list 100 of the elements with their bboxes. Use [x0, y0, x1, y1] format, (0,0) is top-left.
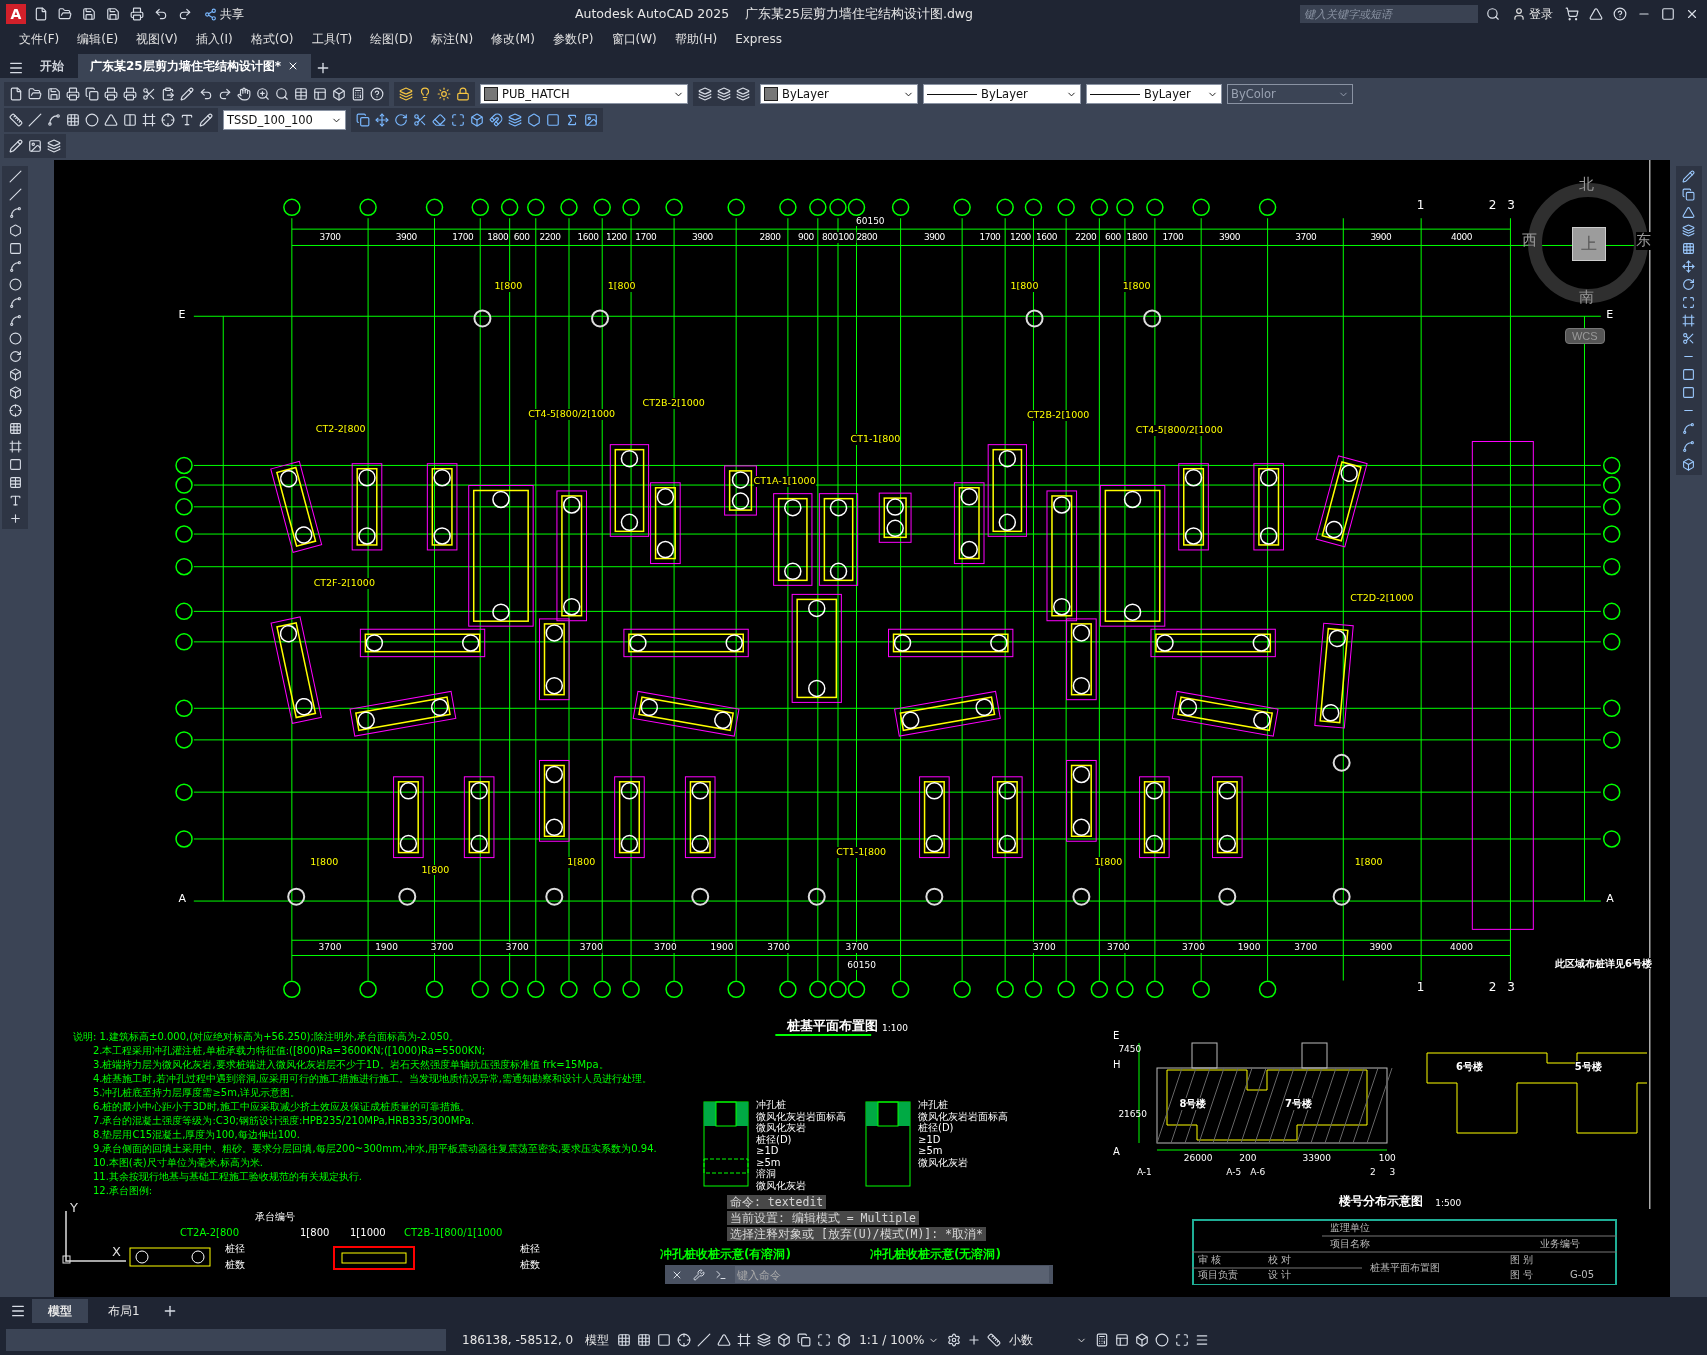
lineweight-dropdown[interactable]: ByLayer — [1086, 84, 1222, 104]
legend-label: 桩径 — [520, 1243, 540, 1255]
side-note: 此区域布桩详见6号楼 — [1555, 957, 1653, 970]
dimension-text: 3700 — [653, 942, 677, 953]
dimension-text: 1900 — [710, 942, 734, 953]
command-input[interactable]: 键入命令 — [735, 1266, 1049, 1283]
dimension-text: 600 — [513, 232, 530, 243]
dimension-text: 1900 — [375, 942, 399, 953]
axis-label: E — [1112, 1029, 1120, 1042]
note-text: 4.桩基施工时,若冲孔过程中遇到溶洞,应采用可行的施工措施进行施工。当发现地质情况异常,需通知勘察和设计人员进行处理。 — [91, 1071, 653, 1086]
detail-label: ≥1D — [756, 1145, 779, 1157]
menu-item[interactable]: 格式(O) — [241, 30, 303, 48]
dimension-text: 33900 — [1302, 1152, 1332, 1163]
text-style-dropdown[interactable]: TSSD_100_100 — [223, 110, 346, 130]
window-title: Autodesk AutoCAD 2025 广东某25层剪力墙住宅结构设计图.dwg — [574, 5, 974, 23]
layer-dropdown[interactable]: PUB_HATCH — [480, 84, 688, 104]
dimension-text: 2200 — [1075, 232, 1097, 243]
layout-tab[interactable]: 模型 — [32, 1299, 88, 1323]
pile-label: 1[800 — [1010, 280, 1039, 292]
menu-item[interactable]: 修改(M) — [482, 30, 544, 48]
dimension-text: 1600 — [1036, 232, 1057, 243]
dimension-text: 3700 — [1182, 942, 1205, 953]
color-dropdown[interactable]: ByLayer — [760, 84, 918, 104]
document-tab[interactable]: 广东某25层剪力墙住宅结构设计图* — [78, 54, 311, 78]
pile-label: 1[800 — [310, 856, 339, 868]
plot-style-dropdown[interactable]: ByColor — [1227, 84, 1353, 104]
menu-item[interactable]: 绘图(D) — [361, 30, 422, 48]
axis-label: 2 — [1488, 980, 1497, 995]
pile-label: CT2F-2[1000 — [313, 578, 375, 590]
document-tab[interactable]: 开始 — [28, 54, 76, 78]
dimension-text: 3900 — [395, 232, 417, 243]
note-text: 12.承台图例: — [91, 1183, 153, 1198]
dimension-text: 100 — [1378, 1152, 1396, 1163]
dimension-text: 1200 — [605, 232, 627, 243]
dimension-text: 3700 — [319, 232, 341, 243]
pile-label: CT2D-2[1000 — [1350, 593, 1414, 605]
linetype-dropdown[interactable]: ByLayer — [923, 84, 1081, 104]
axis-label: A-5 — [1226, 1166, 1242, 1178]
dimension-text: 1700 — [1162, 232, 1184, 243]
dimension-text: 3700 — [318, 942, 342, 953]
dimension-text: 1800 — [1126, 232, 1148, 243]
dimension-text: 3700 — [1106, 942, 1130, 953]
axis-label: 1 — [1416, 980, 1425, 995]
menu-item[interactable]: Express — [726, 32, 791, 46]
dimension-text: 2800 — [759, 232, 781, 243]
pile-label: CT2-2[800 — [315, 423, 366, 435]
model-space-button[interactable]: 模型 — [581, 1329, 614, 1351]
pile-label: CT2B-2[1000 — [642, 398, 705, 410]
ucs-y-label: Y — [70, 1201, 78, 1216]
legend-label: CT2A-2[800 — [180, 1227, 240, 1239]
pile-label: 1[800 — [494, 280, 523, 292]
menu-item[interactable]: 参数(P) — [543, 30, 603, 48]
note-text: 11.其余按现行地基与基础工程施工验收规范的有关规定执行. — [91, 1169, 363, 1184]
pile-label: 1[800 — [421, 864, 450, 876]
search-field[interactable]: 键入关键字或短语 — [1300, 5, 1478, 23]
menu-item[interactable]: 窗口(W) — [602, 30, 666, 48]
title-block-text: 项目负责 — [1198, 1269, 1238, 1281]
annotation-scale-button[interactable]: 1:1 / 100% — [855, 1331, 943, 1349]
dimension-text: 7450 — [1118, 1043, 1142, 1055]
building-label: 8号楼 — [1179, 1098, 1207, 1110]
dimension-text: 21650 — [1118, 1109, 1148, 1120]
axis-label: 3 — [1507, 980, 1515, 995]
building-label: 7号楼 — [1285, 1098, 1312, 1110]
dimension-text: 100 — [838, 232, 854, 243]
layout-tab[interactable]: 布局1 — [92, 1299, 156, 1323]
dimension-text: 3700 — [430, 942, 454, 953]
dimension-text: 1700 — [635, 232, 657, 243]
menu-item[interactable]: 文件(F) — [10, 30, 69, 48]
note-text: 5.冲孔桩底至持力层厚度需≥5m,详见示意图。 — [91, 1085, 301, 1100]
note-text: 8.垫层用C15混凝土,厚度为100,每边伸出100. — [91, 1127, 300, 1142]
title-block-text: 桩基平面布置图 — [1370, 1262, 1440, 1274]
key-plan-scale: 1:500 — [1435, 1198, 1462, 1209]
title-block-text: 图 别 — [1510, 1254, 1534, 1266]
axis-label: E — [178, 308, 186, 322]
title-block-text: 审 核 — [1198, 1254, 1222, 1266]
dimension-text: 3700 — [1295, 232, 1317, 243]
detail-label: 桩径(D) — [918, 1122, 954, 1134]
units-dropdown[interactable]: 小数 — [1004, 1329, 1091, 1351]
app-logo[interactable]: A — [6, 4, 26, 24]
menu-item[interactable]: 编辑(E) — [68, 30, 128, 48]
login-button[interactable]: 登录 — [1508, 3, 1557, 25]
menu-item[interactable]: 视图(V) — [127, 30, 187, 48]
menu-item[interactable]: 标注(N) — [421, 30, 483, 48]
dimension-text: 3900 — [1370, 232, 1392, 243]
compass-south: 南 — [1579, 289, 1595, 307]
menu-item[interactable]: 工具(T) — [302, 30, 362, 48]
pile-label: 1[800 — [1354, 856, 1383, 868]
dimension-text: 1700 — [979, 232, 1001, 243]
detail-label: 冲孔桩 — [756, 1099, 786, 1111]
dimension-text: 1900 — [1237, 942, 1261, 953]
menu-item[interactable]: 插入(I) — [186, 30, 242, 48]
pile-label: 1[800 — [1122, 280, 1151, 292]
detail-label: ≥1D — [918, 1133, 941, 1145]
detail-title: 冲孔桩收桩示意(无溶洞) — [870, 1248, 1001, 1262]
menu-item[interactable]: 帮助(H) — [665, 30, 727, 48]
building-label: 6号楼 — [1456, 1061, 1483, 1073]
share-button[interactable]: 共享 — [200, 3, 248, 25]
dimension-text: 900 — [798, 232, 814, 243]
dimension-text: 4000 — [1451, 232, 1472, 243]
dimension-text: 26000 — [1183, 1152, 1213, 1163]
